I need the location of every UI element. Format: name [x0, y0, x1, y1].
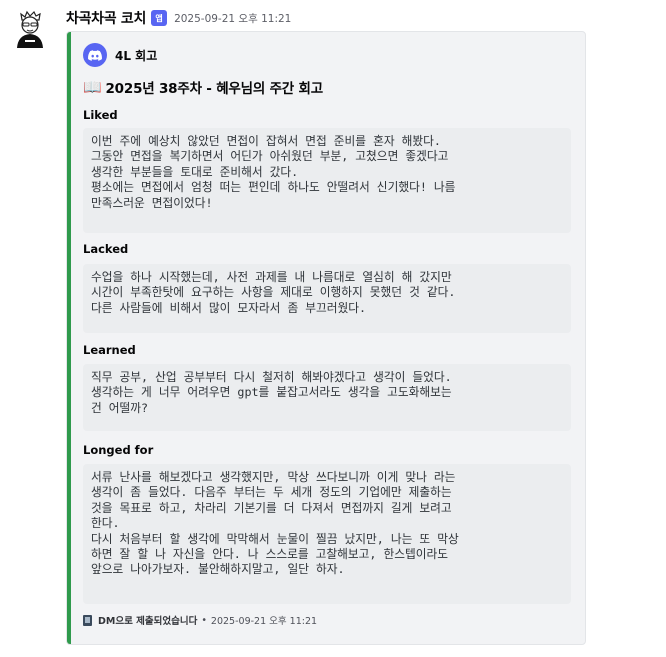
field-name-lacked: Lacked — [83, 242, 129, 256]
message-header: 차곡차곡 코치 앱 2025-09-21 오후 11:21 — [66, 8, 291, 28]
username[interactable]: 차곡차곡 코치 — [66, 8, 146, 28]
embed-footer: DM으로 제출되었습니다 • 2025-09-21 오후 11:21 — [83, 613, 317, 627]
footer-separator: • — [201, 614, 207, 626]
footer-text: DM으로 제출되었습니다 — [98, 616, 198, 627]
embed-author-name: 4L 회고 — [115, 48, 158, 63]
embed-author: 4L 회고 — [83, 43, 157, 67]
field-value-learned: 직무 공부, 산업 공부부터 다시 철저히 해봐야겠다고 생각이 들었다. 생각… — [83, 364, 571, 431]
embed-title-text: 2025년 38주차 - 혜우님의 주간 회고 — [105, 81, 323, 97]
discord-icon — [83, 43, 107, 67]
footer-timestamp: 2025-09-21 오후 11:21 — [210, 616, 318, 627]
open-book-icon: 📖 — [83, 78, 102, 96]
app-badge: 앱 — [151, 10, 168, 26]
field-value-longed-for: 서류 난사를 해보겠다고 생각했지만, 막상 쓰다보니까 이게 맞나 라는 생각… — [83, 464, 571, 604]
field-name-learned: Learned — [83, 343, 136, 357]
page-icon — [83, 614, 92, 626]
avatar[interactable] — [12, 10, 50, 48]
embed-card: 4L 회고 📖 2025년 38주차 - 혜우님의 주간 회고 Liked 이번… — [66, 31, 586, 645]
embed-title: 📖 2025년 38주차 - 혜우님의 주간 회고 — [83, 77, 323, 97]
embed-accent-bar — [67, 32, 71, 644]
message-timestamp[interactable]: 2025-09-21 오후 11:21 — [174, 11, 291, 26]
field-value-liked: 이번 주에 예상치 않았던 면접이 잡혀서 면접 준비를 혼자 해봤다. 그동안… — [83, 128, 571, 233]
field-name-liked: Liked — [83, 108, 118, 122]
field-value-lacked: 수업을 하나 시작했는데, 사전 과제를 내 나름대로 열심히 해 갔지만 시간… — [83, 264, 571, 333]
field-name-longed-for: Longed for — [83, 443, 154, 457]
